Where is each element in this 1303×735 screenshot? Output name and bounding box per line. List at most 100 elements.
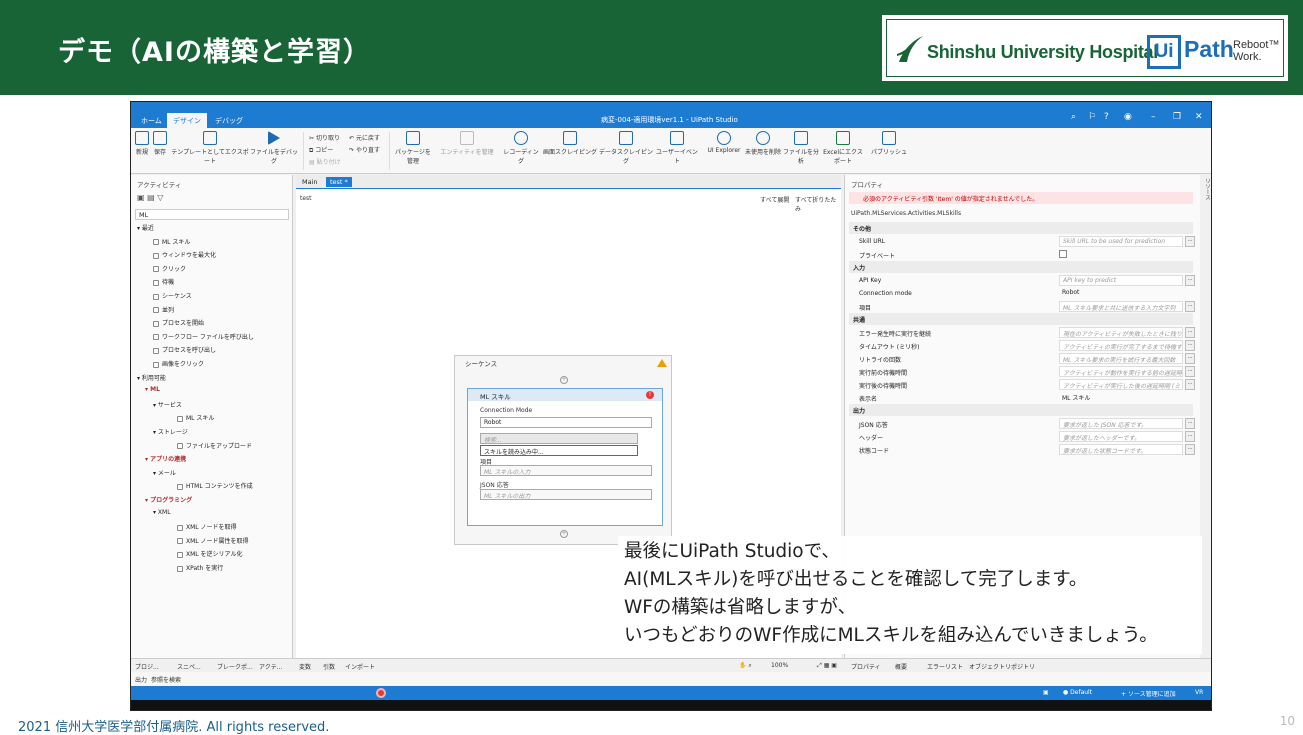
activity-tree-item[interactable]: プロセスを呼び出し <box>153 345 216 354</box>
property-section-header[interactable]: 出力 <box>849 404 1193 416</box>
property-value-input[interactable]: ML スキル <box>1059 392 1183 403</box>
minimize-icon[interactable]: – <box>1151 112 1156 122</box>
expression-editor-button[interactable]: ... <box>1185 301 1195 312</box>
activity-tree-item[interactable]: ▾ 利用可能 <box>137 373 166 382</box>
zoom-level[interactable]: 100% <box>771 662 788 669</box>
tab-properties[interactable]: プロパティ <box>851 662 881 671</box>
tab-debug[interactable]: デバッグ <box>209 113 249 128</box>
activity-tree-item[interactable]: ML スキル <box>153 237 190 246</box>
tab-test[interactable]: test * <box>326 177 352 187</box>
activity-tree-item[interactable]: ▾ プログラミング <box>145 495 192 504</box>
expression-editor-button[interactable]: ... <box>1185 431 1195 442</box>
restore-icon[interactable]: ❐ <box>1173 112 1181 122</box>
undo-button[interactable]: ↶ 元に戻す <box>349 133 380 142</box>
activity-tree-item[interactable]: XML ノード属性を取得 <box>177 536 249 545</box>
activity-tree-item[interactable]: ▾ アプリの連携 <box>145 454 186 463</box>
property-value-input[interactable]: 要求が返したヘッダーです。 <box>1059 431 1183 442</box>
tab-object-repository[interactable]: オブジェクトリポジトリ <box>969 662 1035 671</box>
help-icon[interactable]: ? <box>1104 112 1109 122</box>
activity-tree-item[interactable]: XML を逆シリアル化 <box>177 549 242 558</box>
expression-editor-button[interactable]: ... <box>1185 444 1195 455</box>
save-button[interactable]: 保存 <box>153 131 167 156</box>
analyze-file-button[interactable]: ファイルを分析 <box>783 131 819 165</box>
property-value-input[interactable]: API key to predict <box>1059 275 1183 286</box>
tab-output[interactable]: 出力 <box>135 675 147 684</box>
paste-button[interactable]: ▤ 貼り付け <box>309 157 341 166</box>
property-section-header[interactable]: その他 <box>849 222 1193 234</box>
screen-scraping-button[interactable]: 画面スクレイピング <box>543 131 597 156</box>
search-icon[interactable]: ⌕ <box>1071 112 1076 122</box>
property-checkbox[interactable] <box>1059 250 1067 258</box>
property-value-input[interactable]: 要求が返した状態コードです。 <box>1059 444 1183 455</box>
activity-tree-item[interactable]: クリック <box>153 264 186 273</box>
avatar[interactable]: ◉ <box>1124 112 1132 122</box>
zoom-icons[interactable]: ✋ ⌕ <box>739 662 752 670</box>
expression-editor-button[interactable]: ... <box>1185 353 1195 364</box>
property-value-input[interactable]: 現在のアクティビティが失敗したときに残りの <box>1059 327 1183 338</box>
expression-editor-button[interactable]: ... <box>1185 327 1195 338</box>
collapse-all-link[interactable]: すべて折りたたみ <box>795 195 841 213</box>
activity-tree-item[interactable]: XPath を実行 <box>177 563 223 572</box>
sequence-container[interactable]: シーケンス + ML スキル ! Connection Mode Robot 検… <box>454 355 672 545</box>
item-input[interactable]: ML スキルの入力 <box>480 465 652 476</box>
expand-all-link[interactable]: すべて展開 <box>760 195 789 204</box>
activity-tree-item[interactable]: 待機 <box>153 277 174 286</box>
tab-home[interactable]: ホーム <box>135 113 168 128</box>
excel-export-button[interactable]: Excelにエクスポート <box>823 131 863 165</box>
skill-search-dropdown[interactable]: 検索... <box>480 433 638 444</box>
remove-unused-button[interactable]: 未使用を削除 <box>745 131 781 156</box>
property-value-input[interactable]: 要求が返した JSON 応答です。 <box>1059 418 1183 429</box>
export-template-button[interactable]: テンプレートとしてエクスポート <box>171 131 249 165</box>
activity-tree-item[interactable]: ウィンドウを最大化 <box>153 250 216 259</box>
feedback-icon[interactable]: ⚐ <box>1088 112 1096 122</box>
connection-mode-select[interactable]: Robot <box>480 417 652 428</box>
property-value-input[interactable]: アクティビティが動作を実行する前の遅延時間 <box>1059 366 1183 377</box>
activity-tree-item[interactable]: 画像をクリック <box>153 359 204 368</box>
tab-imports[interactable]: インポート <box>345 662 375 671</box>
data-scraping-button[interactable]: データスクレイピング <box>598 131 654 165</box>
activity-tree-item[interactable]: ▾ XML <box>153 509 171 516</box>
tab-main[interactable]: Main <box>298 177 322 187</box>
manage-entities-button[interactable]: エンティティを管理 <box>439 131 495 156</box>
activity-tree-item[interactable]: ファイルをアップロード <box>177 441 252 450</box>
activity-tree-item[interactable]: プロセスを開始 <box>153 318 204 327</box>
activity-tree-item[interactable]: ML スキル <box>177 413 214 422</box>
default-status[interactable]: ● Default <box>1063 689 1092 696</box>
property-section-header[interactable]: 入力 <box>849 261 1193 273</box>
activity-tree-item[interactable]: ワークフロー ファイルを呼び出し <box>153 332 254 341</box>
breadcrumb[interactable]: test <box>300 195 312 202</box>
manage-packages-button[interactable]: パッケージを管理 <box>393 131 433 165</box>
debug-file-button[interactable]: ファイルをデバッグ <box>249 131 299 165</box>
property-value-input[interactable]: Skill URL to be used for prediction <box>1059 236 1183 247</box>
tab-arguments[interactable]: 引数 <box>323 662 335 671</box>
tab-breakpoints[interactable]: ブレークポ... <box>217 662 253 671</box>
new-button[interactable]: 新規 <box>135 131 149 156</box>
copy-button[interactable]: ⧉ コピー <box>309 145 333 155</box>
activity-tree-item[interactable]: ▾ メール <box>153 468 176 477</box>
expression-editor-button[interactable]: ... <box>1185 379 1195 390</box>
activity-tree-item[interactable]: HTML コンテンツを作成 <box>177 481 253 490</box>
activity-tree-item[interactable]: XML ノードを取得 <box>177 522 237 531</box>
add-activity-icon[interactable]: + <box>560 376 568 384</box>
close-icon[interactable]: ✕ <box>1195 112 1203 122</box>
tab-design[interactable]: デザイン <box>167 113 207 128</box>
ml-skill-activity[interactable]: ML スキル ! Connection Mode Robot 検索... スキル… <box>467 388 663 526</box>
activity-tree-item[interactable]: ▾ ML <box>145 386 160 393</box>
redo-button[interactable]: ↷ やり直す <box>349 145 380 154</box>
tab-snippets[interactable]: スニペ... <box>177 662 201 671</box>
notification-icon[interactable]: ▣ <box>1043 689 1049 696</box>
tab-project[interactable]: プロジ... <box>135 662 159 671</box>
tab-activities[interactable]: アクテ... <box>259 662 282 671</box>
add-activity-icon[interactable]: + <box>560 530 568 538</box>
cut-button[interactable]: ✂ 切り取り <box>309 133 340 142</box>
activity-tree-item[interactable]: シーケンス <box>153 291 192 300</box>
resources-side-tab[interactable]: リソース <box>1202 178 1211 218</box>
user-events-button[interactable]: ユーザーイベント <box>655 131 699 165</box>
expression-editor-button[interactable]: ... <box>1185 340 1195 351</box>
expression-editor-button[interactable]: ... <box>1185 275 1195 286</box>
activity-tree-item[interactable]: ▾ 最近 <box>137 223 154 232</box>
expression-editor-button[interactable]: ... <box>1185 236 1195 247</box>
tab-find-references[interactable]: 参照を検索 <box>151 675 181 684</box>
activities-search-input[interactable]: ML <box>135 209 289 220</box>
tab-outline[interactable]: 概要 <box>895 662 907 671</box>
